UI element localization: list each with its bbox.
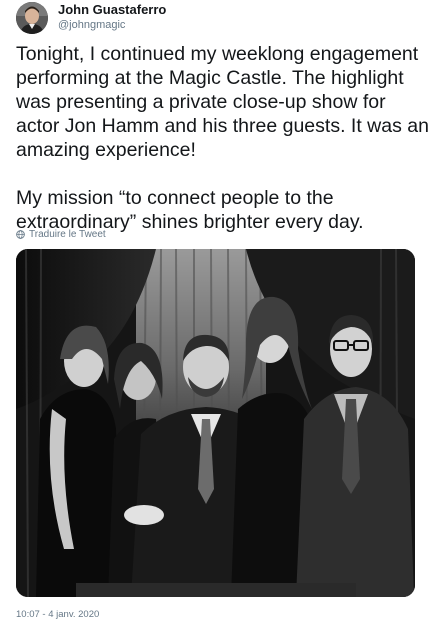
tweet-text: Tonight, I continued my weeklong engagem… [16,43,429,233]
user-avatar[interactable] [16,2,48,34]
translate-tweet-link[interactable]: Traduire le Tweet [16,229,106,240]
tweet-header: John Guastaferro @johngmagic [16,2,436,34]
display-name[interactable]: John Guastaferro [58,2,166,18]
group-photo-image [16,249,415,597]
user-handle[interactable]: @johngmagic [58,18,166,32]
globe-icon [16,230,25,239]
tweet-timestamp[interactable]: 10:07 - 4 janv. 2020 [16,609,99,620]
translate-label: Traduire le Tweet [29,229,106,240]
avatar-photo [16,2,48,34]
tweet-photo[interactable] [16,249,415,597]
